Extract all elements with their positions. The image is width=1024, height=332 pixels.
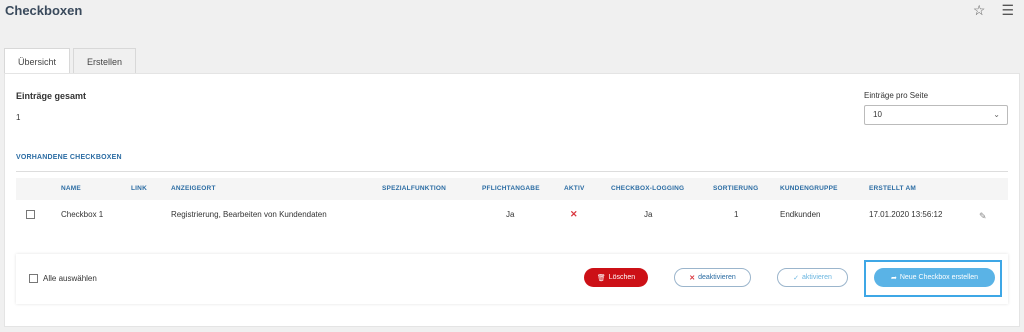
tab-erstellen[interactable]: Erstellen — [73, 48, 137, 74]
tab-uebersicht[interactable]: Übersicht — [4, 48, 71, 74]
section-divider — [16, 171, 1008, 172]
select-all-box[interactable] — [29, 274, 38, 283]
edit-icon[interactable]: ✎ — [979, 211, 987, 222]
x-icon: ✕ — [689, 274, 696, 282]
cell-erstellt-am: 17.01.2020 13:56:12 — [869, 210, 943, 219]
activate-button[interactable]: ✓ aktivieren — [777, 268, 848, 287]
column-header-anzeigeort[interactable]: ANZEIGEORT — [171, 185, 216, 192]
cell-kundengruppe: Endkunden — [780, 210, 821, 219]
select-all-label: Alle auswählen — [43, 274, 97, 283]
chevron-down-icon: ⌄ — [993, 110, 1000, 119]
table-row: Checkbox 1 Registrierung, Bearbeiten von… — [16, 202, 1008, 228]
main-panel: Einträge gesamt 1 Einträge pro Seite 10 … — [4, 73, 1020, 327]
settings-panel-icon[interactable]: ☰ — [1001, 2, 1014, 19]
action-bar: Alle auswählen 🗑 Löschen ✕ deaktivieren … — [16, 254, 1008, 304]
column-header-name[interactable]: NAME — [61, 185, 81, 192]
new-checkbox-button[interactable]: ➦ Neue Checkbox erstellen — [874, 268, 995, 287]
per-page-select[interactable]: 10 ⌄ — [864, 105, 1008, 125]
cell-anzeigeort: Registrierung, Bearbeiten von Kundendate… — [171, 210, 327, 219]
column-header-aktiv[interactable]: AKTIV — [564, 185, 585, 192]
check-icon: ✓ — [793, 274, 799, 282]
header-icons: ☆ ☰ — [973, 2, 1014, 19]
delete-label: Löschen — [608, 274, 636, 281]
column-header-erstellt-am[interactable]: ERSTELLT AM — [869, 185, 916, 192]
deactivate-button[interactable]: ✕ deaktivieren — [674, 268, 751, 287]
inactive-x-icon: ✕ — [570, 209, 578, 219]
cell-sortierung: 1 — [734, 210, 739, 219]
delete-button[interactable]: 🗑 Löschen — [584, 268, 648, 287]
star-icon[interactable]: ☆ — [973, 2, 986, 19]
cell-name: Checkbox 1 — [61, 210, 104, 219]
column-header-spezialfunktion[interactable]: SPEZIALFUNKTION — [382, 185, 446, 192]
table-header: NAME LINK ANZEIGEORT SPEZIALFUNKTION PFL… — [16, 178, 1008, 200]
share-arrow-icon: ➦ — [890, 274, 897, 282]
column-header-link[interactable]: LINK — [131, 185, 147, 192]
row-checkbox[interactable] — [26, 210, 35, 219]
column-header-sortierung[interactable]: SORTIERUNG — [713, 185, 758, 192]
per-page-value: 10 — [873, 110, 882, 119]
trash-icon: 🗑 — [596, 274, 606, 282]
section-title: VORHANDENE CHECKBOXEN — [16, 154, 122, 161]
page-title: Checkboxen — [5, 3, 83, 18]
total-entries-value: 1 — [16, 113, 21, 122]
column-header-checkbox-logging[interactable]: CHECKBOX-LOGGING — [611, 185, 684, 192]
per-page-label: Einträge pro Seite — [864, 91, 929, 100]
column-header-pflichtangabe[interactable]: PFLICHTANGABE — [482, 185, 540, 192]
total-entries-label: Einträge gesamt — [16, 91, 87, 101]
select-all-checkbox[interactable]: Alle auswählen — [29, 274, 97, 283]
activate-label: aktivieren — [801, 274, 832, 281]
new-checkbox-label: Neue Checkbox erstellen — [899, 274, 979, 281]
deactivate-label: deaktivieren — [698, 274, 736, 281]
column-header-kundengruppe[interactable]: KUNDENGRUPPE — [780, 185, 838, 192]
cell-logging: Ja — [644, 210, 653, 219]
cell-pflichtangabe: Ja — [506, 210, 515, 219]
tab-bar: Übersicht Erstellen — [4, 48, 139, 74]
